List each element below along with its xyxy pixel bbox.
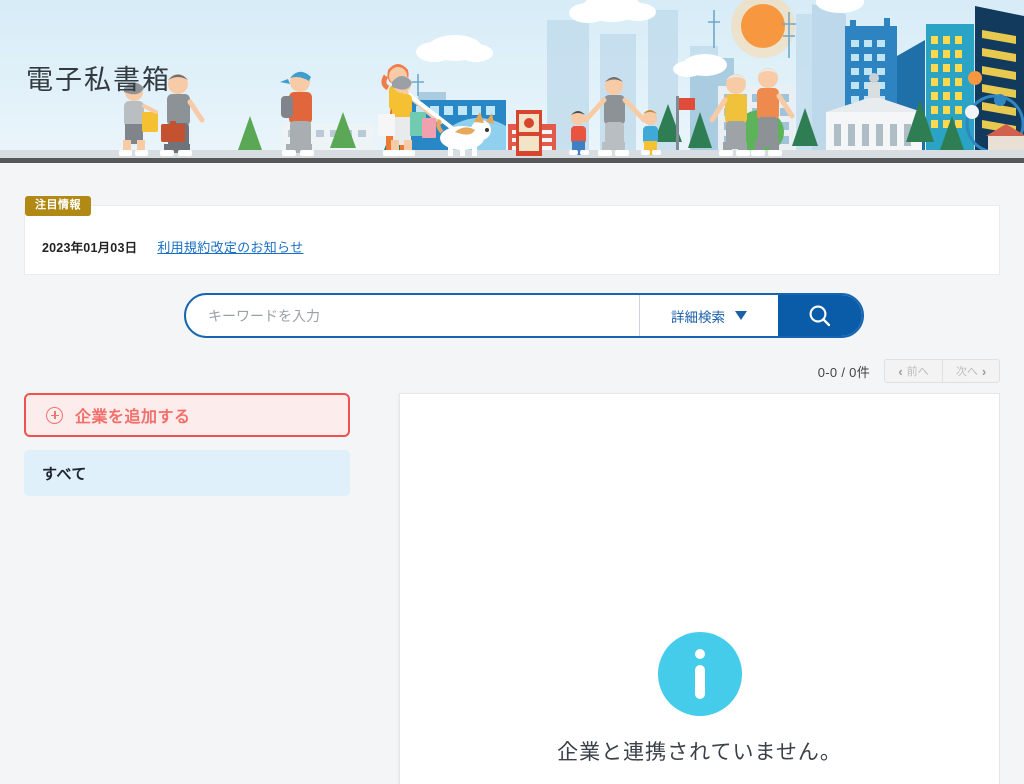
empty-state-message: 企業と連携されていません。 <box>557 741 842 764</box>
pagination-buttons: ‹ 前へ 次へ › <box>884 359 1000 383</box>
empty-state: 企業と連携されていません。 <box>400 632 999 766</box>
plus-circle-icon <box>46 406 63 424</box>
search-bar: 詳細検索 <box>184 293 864 338</box>
pagination-prev-button[interactable]: ‹ 前へ <box>884 359 942 383</box>
add-company-button[interactable]: 企業を追加する <box>24 393 350 437</box>
add-company-label: 企業を追加する <box>75 409 191 426</box>
info-icon-stem <box>694 665 705 699</box>
page-title: 電子私書箱 <box>26 65 171 95</box>
sidebar-item-all[interactable]: すべて <box>24 450 350 496</box>
chevron-left-icon: ‹ <box>898 363 903 379</box>
page-header: 電子私書箱 <box>0 0 1024 163</box>
sidebar: 企業を追加する すべて <box>24 393 350 496</box>
chevron-down-icon <box>735 311 747 320</box>
search-icon <box>809 305 831 326</box>
page-body: 注目情報 2023年01月03日 利用規約改定のお知らせ 詳細検索 0-0 / … <box>0 163 1024 784</box>
pagination-count: 0-0 / 0件 <box>817 364 870 380</box>
notice-card: 注目情報 2023年01月03日 利用規約改定のお知らせ <box>24 196 1000 275</box>
sidebar-item-label: すべて <box>42 465 87 483</box>
notice-row: 2023年01月03日 利用規約改定のお知らせ <box>42 237 303 256</box>
search-input[interactable] <box>186 295 639 336</box>
notice-date: 2023年01月03日 <box>42 241 138 255</box>
pagination-next-button[interactable]: 次へ › <box>942 359 1000 383</box>
info-icon <box>657 632 742 716</box>
search-button[interactable] <box>778 295 862 336</box>
notice-badge: 注目情報 <box>25 196 91 216</box>
pagination-next-label: 次へ <box>955 366 978 378</box>
pagination: 0-0 / 0件 ‹ 前へ 次へ › <box>818 359 1000 383</box>
pagination-prev-label: 前へ <box>906 366 929 378</box>
advanced-search-dropdown[interactable]: 詳細検索 <box>639 295 778 336</box>
info-icon-dot <box>694 649 705 659</box>
notice-link[interactable]: 利用規約改定のお知らせ <box>157 237 303 256</box>
advanced-search-label: 詳細検索 <box>671 309 725 325</box>
content-panel: 企業と連携されていません。 <box>399 393 1000 784</box>
chevron-right-icon: › <box>981 363 987 379</box>
